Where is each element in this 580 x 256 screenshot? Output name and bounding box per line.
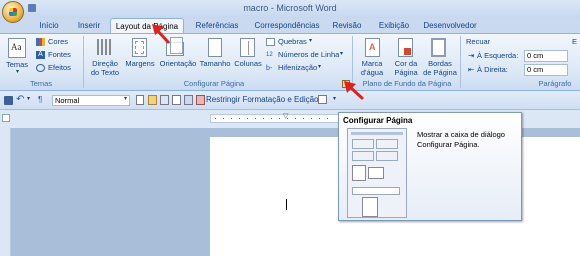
save-icon[interactable] xyxy=(28,4,36,12)
tooltip-configurar-pagina: Configurar Página Mostrar a caixa de diá… xyxy=(338,112,522,221)
group-label-plano-de-fundo: Plano de Fundo da Página xyxy=(362,79,452,88)
bordas-de-pagina-icon xyxy=(431,38,446,57)
red-arrow-tab xyxy=(152,24,170,44)
window-title: macro - Microsoft Word xyxy=(243,3,337,13)
tab-correspondencias[interactable]: Correspondências xyxy=(250,18,324,33)
red-arrow-launcher xyxy=(344,81,364,100)
quick-access-toolbar: ↶ ▾ ¶ Normal ▾ Restringir Formatação e E… xyxy=(0,91,580,110)
orientacao-button[interactable]: Orientação xyxy=(157,59,199,68)
print-preview-icon[interactable] xyxy=(160,95,169,105)
quebras-button[interactable]: Quebras xyxy=(278,37,307,46)
cores-icon xyxy=(36,38,45,46)
chevron-down-icon[interactable]: ▾ xyxy=(27,95,30,102)
chevron-down-icon: ▾ xyxy=(16,69,20,75)
ribbon: Aa Temas ▾ Cores A Fontes Efeitos Temas … xyxy=(0,33,580,91)
group-label-configurar-pagina: Configurar Página xyxy=(183,79,245,88)
numeros-de-linha-button[interactable]: Números de Linha xyxy=(278,50,339,59)
chevron-down-icon[interactable]: ▾ xyxy=(124,95,127,102)
undo-icon[interactable]: ↶ xyxy=(16,94,24,105)
colunas-icon xyxy=(240,38,255,57)
text-cursor xyxy=(286,199,287,210)
marca-dagua-icon: A xyxy=(365,38,380,57)
indent-left-icon: ⇥ xyxy=(468,51,475,60)
colunas-button[interactable]: Colunas xyxy=(232,59,264,68)
efeitos-icon xyxy=(36,64,45,72)
indent-marker-icon[interactable]: ▽ xyxy=(283,112,288,120)
margens-button[interactable]: Margens xyxy=(124,59,156,68)
group-separator xyxy=(83,36,84,88)
tooltip-text: Mostrar a caixa de diálogo Configurar Pá… xyxy=(417,130,505,149)
fontes-button[interactable]: Fontes xyxy=(48,50,71,59)
dialog-preview-image xyxy=(347,128,407,218)
margens-icon xyxy=(132,38,147,57)
efeitos-button[interactable]: Efeitos xyxy=(48,63,71,72)
tab-revisao[interactable]: Revisão xyxy=(328,18,366,33)
cor-da-pagina-icon xyxy=(398,38,413,57)
style-select[interactable]: Normal xyxy=(52,95,130,106)
tamanho-icon xyxy=(208,38,222,57)
title-bar: macro - Microsoft Word xyxy=(0,0,580,18)
recuar-label: Recuar xyxy=(466,37,491,46)
tamanho-button[interactable]: Tamanho xyxy=(198,59,232,68)
espacamento-label: E xyxy=(572,37,578,46)
restringir-button[interactable]: Restringir Formatação e Edição xyxy=(206,95,319,104)
office-button[interactable] xyxy=(2,1,24,23)
direcao-do-texto-icon xyxy=(94,37,114,57)
new-doc-icon[interactable] xyxy=(136,95,144,105)
indent-right-input[interactable]: 0 cm xyxy=(524,64,568,76)
group-label-temas: Temas xyxy=(29,79,53,88)
tab-desenvolvedor[interactable]: Desenvolvedor xyxy=(420,18,480,33)
chevron-down-icon: ▾ xyxy=(309,38,313,44)
chevron-down-icon: ▾ xyxy=(340,51,344,57)
marca-label-1[interactable]: Marca xyxy=(355,59,389,68)
save-icon[interactable] xyxy=(4,96,13,105)
tab-inicio[interactable]: Início xyxy=(32,18,66,33)
indent-left-label: À Esquerda: xyxy=(477,51,519,60)
numeros-de-linha-icon: 12 xyxy=(266,52,273,58)
tab-inserir[interactable]: Inserir xyxy=(72,18,106,33)
indent-left-input[interactable]: 0 cm xyxy=(524,50,568,62)
direcao-label-2[interactable]: do Texto xyxy=(86,68,124,77)
tab-exibicao[interactable]: Exibição xyxy=(374,18,414,33)
protect-icon[interactable] xyxy=(196,95,205,105)
tooltip-title: Configurar Página xyxy=(343,116,413,125)
style-icon: ¶ xyxy=(38,95,43,104)
tab-selector-icon[interactable] xyxy=(2,114,10,122)
ribbon-tabs: Início Inserir Layout da Página Referênc… xyxy=(0,18,580,34)
vertical-ruler[interactable] xyxy=(0,128,11,256)
bordas-label-2[interactable]: de Página xyxy=(422,68,458,77)
temas-icon: Aa xyxy=(8,38,26,58)
marca-label-2[interactable]: d'água xyxy=(355,68,389,77)
cor-label-1[interactable]: Cor da xyxy=(390,59,422,68)
chevron-down-icon: ▾ xyxy=(318,64,322,70)
fontes-icon: A xyxy=(36,51,45,59)
hifenizacao-button[interactable]: Hifenização xyxy=(278,63,317,72)
group-separator xyxy=(460,36,461,88)
direcao-label-1[interactable]: Direção xyxy=(86,59,124,68)
indent-right-icon: ⇤ xyxy=(468,65,475,74)
hifenizacao-icon: b- xyxy=(266,65,273,72)
horizontal-ruler[interactable]: ▽ xyxy=(210,112,340,123)
quebras-icon xyxy=(266,38,275,46)
print-icon[interactable] xyxy=(172,95,181,105)
bordas-label-1[interactable]: Bordas xyxy=(422,59,458,68)
indent-right-label: À Direita: xyxy=(477,65,508,74)
cores-button[interactable]: Cores xyxy=(48,37,68,46)
open-icon[interactable] xyxy=(148,95,157,105)
tab-referencias[interactable]: Referências xyxy=(190,18,244,33)
chevron-down-icon[interactable]: ▾ xyxy=(333,95,336,102)
group-label-paragrafo: Parágrafo xyxy=(538,79,572,88)
checkbox-icon[interactable] xyxy=(318,95,327,104)
layout-icon[interactable] xyxy=(184,95,193,105)
tab-layout-da-pagina[interactable]: Layout da Página xyxy=(110,18,184,34)
cor-label-2[interactable]: Página xyxy=(390,68,422,77)
